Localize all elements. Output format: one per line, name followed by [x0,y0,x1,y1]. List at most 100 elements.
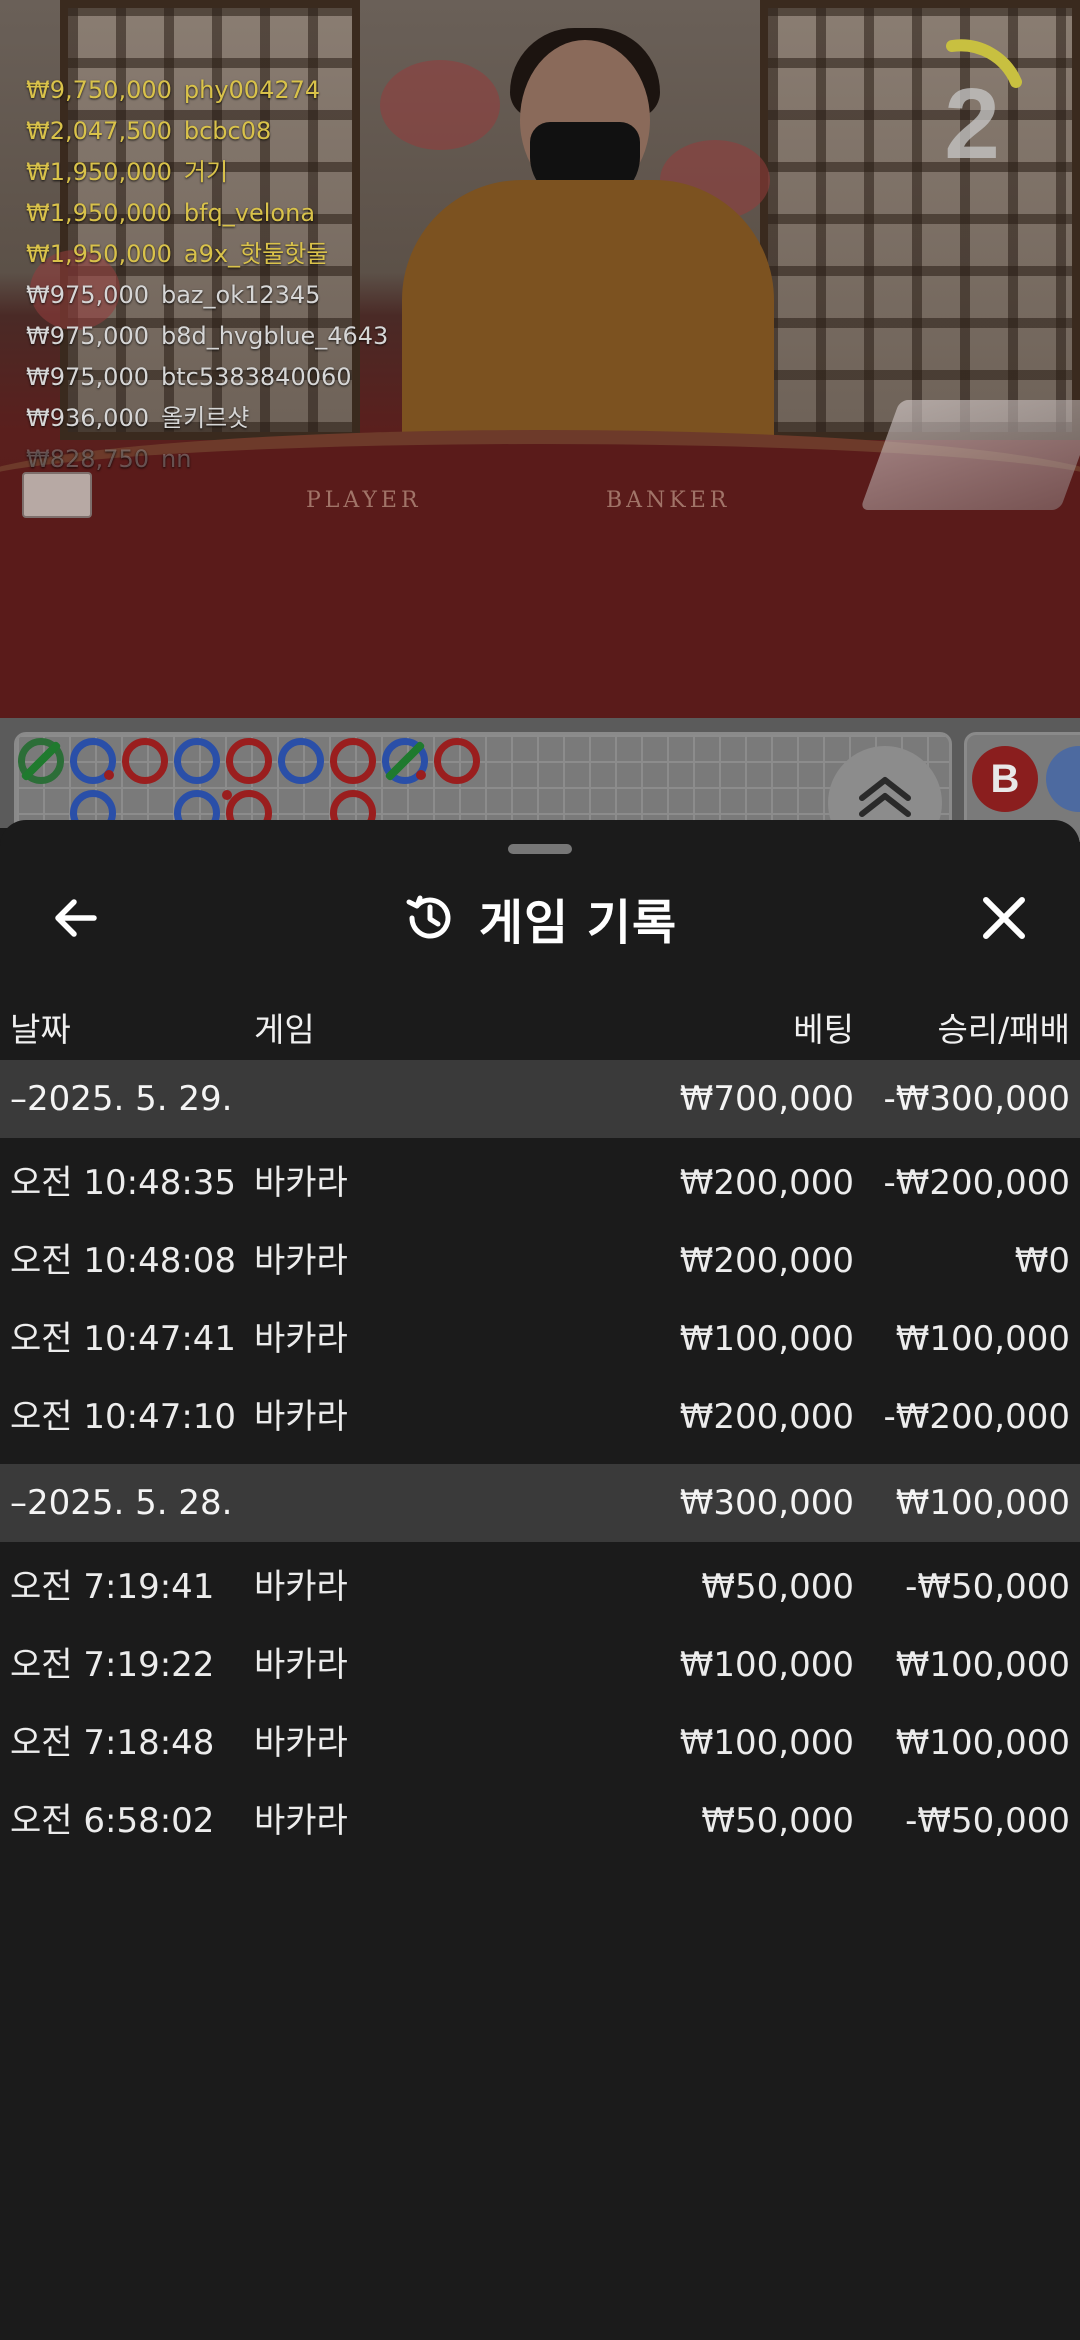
row-result: ₩100,000 [895,1645,1070,1685]
bet-feed-row: ₩975,000 baz_ok12345 [26,275,388,316]
row-result: ₩0 [1014,1241,1070,1281]
betting-countdown: 2 [912,30,1032,174]
row-time: 오전 10:47:10 [10,1397,237,1437]
column-header-bet: 베팅 [793,1010,854,1049]
bet-feed-amount: ₩975,000 [26,322,149,350]
row-time: 오전 7:19:22 [10,1645,215,1685]
group-date: –2025. 5. 28. [10,1483,233,1523]
bet-feed-row: ₩1,950,000 bfq_velona [26,193,388,234]
bet-feed-user: bfq_velona [183,199,316,227]
row-bet: ₩100,000 [679,1723,854,1763]
row-time: 오전 10:48:35 [10,1163,237,1203]
road-marker-banker [122,738,168,784]
history-row[interactable]: 오전 10:48:08 바카라 ₩200,000 ₩0 [0,1222,1080,1300]
bet-feed-amount: ₩975,000 [26,281,149,309]
group-date: –2025. 5. 29. [10,1079,233,1119]
bet-feed-amount: ₩936,000 [26,404,149,432]
column-header-game: 게임 [254,1010,315,1049]
row-game: 바카라 [254,1801,348,1841]
bet-feed-amount: ₩1,950,000 [26,199,172,227]
bet-feed-user: 거기 [183,158,229,186]
row-game: 바카라 [254,1319,348,1359]
bet-feed-row: ₩975,000 btc5383840060 [26,357,388,398]
group-result-total: ₩100,000 [895,1483,1070,1523]
row-game: 바카라 [254,1645,348,1685]
history-clock-icon [406,895,451,939]
road-marker-banker [226,738,272,784]
countdown-number: 2 [944,68,1000,180]
bet-feed-user: nn [160,445,192,473]
history-column-headers: 날짜 게임 베팅 승리/패배 [0,996,1080,1064]
close-icon [983,897,1025,939]
bet-feed-row: ₩1,950,000 거기 [26,152,388,193]
banker-badge: B [972,746,1038,812]
road-marker-banker [434,738,480,784]
row-game: 바카라 [254,1723,348,1763]
banker-area-label: BANKER [606,488,731,513]
road-marker-banker [330,738,376,784]
row-time: 오전 6:58:02 [10,1801,215,1841]
bet-feed-amount: ₩9,750,000 [26,76,172,104]
history-row[interactable]: 오전 10:47:10 바카라 ₩200,000 -₩200,000 [0,1378,1080,1456]
history-row[interactable]: 오전 7:19:22 바카라 ₩100,000 ₩100,000 [0,1626,1080,1704]
column-header-result: 승리/패배 [937,1010,1070,1049]
row-result: -₩200,000 [883,1397,1071,1437]
bet-feed-user: 올키르샷 [160,404,250,432]
road-marker-player [174,738,220,784]
group-bet-total: ₩300,000 [679,1483,854,1523]
history-row[interactable]: 오전 7:19:41 바카라 ₩50,000 -₩50,000 [0,1548,1080,1626]
row-bet: ₩200,000 [679,1241,854,1281]
sheet-title: 게임 기록 [0,876,1080,960]
date-group-row[interactable]: –2025. 5. 28. ₩300,000 ₩100,000 [0,1464,1080,1542]
bet-feed-row: ₩828,750 nn [26,439,388,480]
game-history-sheet: 게임 기록 날짜 게임 베팅 승리/패배 –2025. 5. 29. ₩700,0… [0,820,1080,2340]
row-bet: ₩50,000 [701,1801,854,1841]
row-game: 바카라 [254,1241,348,1281]
group-bet-total: ₩700,000 [679,1079,854,1119]
row-game: 바카라 [254,1163,348,1203]
row-result: ₩100,000 [895,1319,1070,1359]
group-result-total: -₩300,000 [883,1079,1071,1119]
player-area-label: PLAYER [306,488,422,513]
row-time: 오전 7:18:48 [10,1723,215,1763]
row-result: ₩100,000 [895,1723,1070,1763]
bet-feed-amount: ₩1,950,000 [26,158,172,186]
row-time: 오전 10:47:41 [10,1319,237,1359]
bet-feed-user: bcbc08 [183,117,272,145]
bet-feed-list: ₩9,750,000 phy004274 ₩2,047,500 bcbc08 ₩1,95… [26,70,388,480]
bet-feed-user: baz_ok12345 [160,281,321,309]
row-time: 오전 10:48:08 [10,1241,237,1281]
bet-feed-amount: ₩828,750 [26,445,149,473]
bet-feed-user: btc5383840060 [160,363,352,391]
bet-feed-row: ₩1,950,000 a9x_핫둘핫둘 [26,234,388,275]
close-button[interactable] [968,882,1040,954]
bet-feed-row: ₩936,000 올키르샷 [26,398,388,439]
column-header-date: 날짜 [10,1010,71,1049]
row-bet: ₩200,000 [679,1163,854,1203]
bet-feed-amount: ₩975,000 [26,363,149,391]
road-marker-player [278,738,324,784]
bet-feed-user: phy004274 [183,76,321,104]
bet-feed-row: ₩975,000 b8d_hvgblue_4643 [26,316,388,357]
history-row[interactable]: 오전 10:48:35 바카라 ₩200,000 -₩200,000 [0,1144,1080,1222]
row-result: -₩200,000 [883,1163,1071,1203]
pair-dot-mark [104,770,114,780]
row-result: -₩50,000 [905,1801,1070,1841]
pair-dot-mark [416,770,426,780]
sheet-title-text: 게임 기록 [478,895,678,951]
bet-feed-amount: ₩2,047,500 [26,117,172,145]
row-bet: ₩100,000 [679,1319,854,1359]
row-game: 바카라 [254,1397,348,1437]
history-row[interactable]: 오전 7:18:48 바카라 ₩100,000 ₩100,000 [0,1704,1080,1782]
row-game: 바카라 [254,1567,348,1607]
history-row[interactable]: 오전 6:58:02 바카라 ₩50,000 -₩50,000 [0,1782,1080,1860]
card-shoe [859,400,1080,510]
date-group-row[interactable]: –2025. 5. 29. ₩700,000 -₩300,000 [0,1060,1080,1138]
live-video-stream: PLAYER BANKER ₩9,750,000 phy004274 ₩2,047,… [0,0,1080,718]
history-row[interactable]: 오전 10:47:41 바카라 ₩100,000 ₩100,000 [0,1300,1080,1378]
sheet-drag-handle[interactable] [508,844,572,854]
bet-feed-row: ₩9,750,000 phy004274 [26,70,388,111]
bet-feed-user: b8d_hvgblue_4643 [160,322,389,350]
row-bet: ₩200,000 [679,1397,854,1437]
row-result: -₩50,000 [905,1567,1070,1607]
